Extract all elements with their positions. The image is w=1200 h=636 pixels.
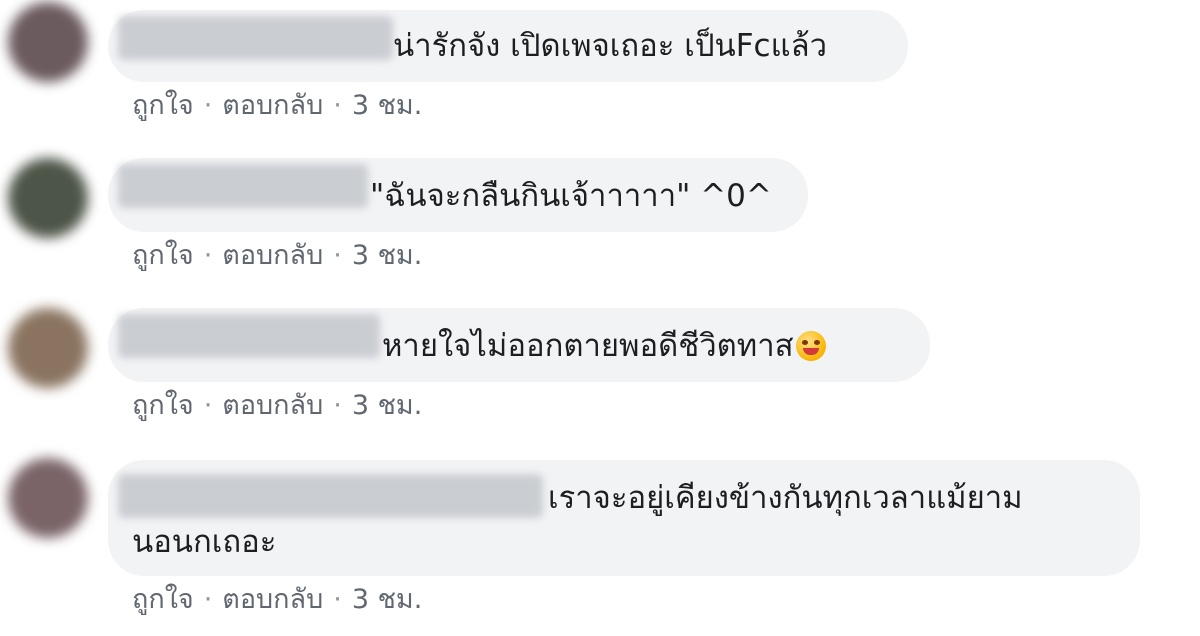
separator: · xyxy=(333,390,342,421)
avatar[interactable] xyxy=(8,2,88,82)
timestamp[interactable]: 3 ชม. xyxy=(352,584,422,615)
drooling-face-emoji-icon xyxy=(795,331,826,361)
timestamp[interactable]: 3 ชม. xyxy=(352,90,422,121)
like-link[interactable]: ถูกใจ xyxy=(132,584,194,615)
comment-text-line-2: นอนกเถอะ xyxy=(132,524,277,560)
commenter-name-blurred[interactable] xyxy=(118,16,393,60)
comment-actions: ถูกใจ · ตอบกลับ · 3 ชม. xyxy=(132,238,422,274)
avatar[interactable] xyxy=(8,158,88,238)
like-link[interactable]: ถูกใจ xyxy=(132,240,194,271)
separator: · xyxy=(203,240,213,271)
comment-bubble: น่ารักจัง เปิดเพจเถอะ เป็นFcแล้ว xyxy=(108,10,908,82)
like-link[interactable]: ถูกใจ xyxy=(132,90,194,121)
comment-actions: ถูกใจ · ตอบกลับ · 3 ชม. xyxy=(132,88,422,124)
comment-bubble: เราจะอยู่เคียงข้างกันทุกเวลาแม้ยาม นอนกเ… xyxy=(108,460,1140,576)
comment-actions: ถูกใจ · ตอบกลับ · 3 ชม. xyxy=(132,388,422,424)
avatar[interactable] xyxy=(8,308,88,388)
commenter-name-blurred[interactable] xyxy=(118,164,368,208)
commenter-name-blurred[interactable] xyxy=(118,474,543,518)
commenter-name-blurred[interactable] xyxy=(118,314,380,358)
separator: · xyxy=(203,584,213,615)
reply-link[interactable]: ตอบกลับ xyxy=(222,240,323,271)
like-link[interactable]: ถูกใจ xyxy=(132,390,194,421)
separator: · xyxy=(333,584,342,615)
timestamp[interactable]: 3 ชม. xyxy=(352,240,422,271)
comment-text: หายใจไม่ออกตายพอดีชีวิตทาส xyxy=(382,324,826,368)
comment-bubble: หายใจไม่ออกตายพอดีชีวิตทาส xyxy=(108,308,930,382)
comment-text: น่ารักจัง เปิดเพจเถอะ เป็นFcแล้ว xyxy=(393,28,827,64)
reply-link[interactable]: ตอบกลับ xyxy=(222,90,323,121)
separator: · xyxy=(203,390,213,421)
comment-actions: ถูกใจ · ตอบกลับ · 3 ชม. xyxy=(132,582,422,618)
separator: · xyxy=(333,90,342,121)
reply-link[interactable]: ตอบกลับ xyxy=(222,390,323,421)
comment-text-content: หายใจไม่ออกตายพอดีชีวิตทาส xyxy=(382,328,794,364)
separator: · xyxy=(333,240,342,271)
separator: · xyxy=(203,90,213,121)
avatar[interactable] xyxy=(8,458,88,538)
comment-text-line-1: เราจะอยู่เคียงข้างกันทุกเวลาแม้ยาม xyxy=(548,480,1023,516)
comment-bubble: "ฉันจะกลืนกินเจ้าาาาา" ^0^ xyxy=(108,158,808,232)
comment-text: "ฉันจะกลืนกินเจ้าาาาา" ^0^ xyxy=(370,178,772,214)
timestamp[interactable]: 3 ชม. xyxy=(352,390,422,421)
reply-link[interactable]: ตอบกลับ xyxy=(222,584,323,615)
